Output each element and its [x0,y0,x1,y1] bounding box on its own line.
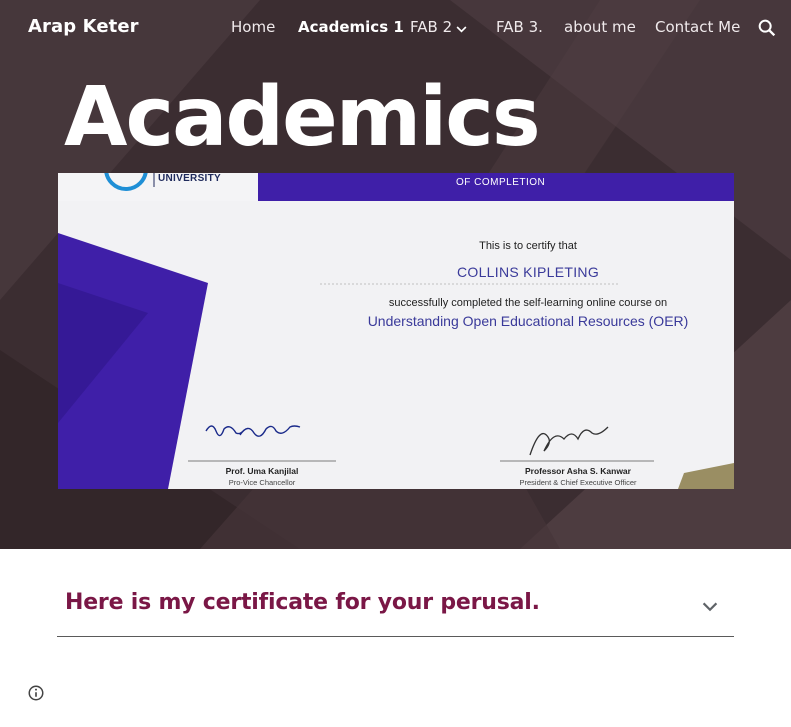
certificate-university: UNIVERSITY [158,173,222,184]
signatory-left-role: Pro-Vice Chancellor [228,478,296,487]
nav-home[interactable]: Home [231,18,275,36]
nav-academics-1[interactable]: Academics 1 [298,18,404,36]
certificate-course-title: Understanding Open Educational Resources… [367,313,689,329]
collapsible-section[interactable]: Here is my certificate for your perusal. [57,584,734,637]
search-icon[interactable] [756,17,778,39]
nav-contact-me[interactable]: Contact Me [655,18,740,36]
certificate-signatory-left: Prof. Uma Kanjilal Pro-Vice Chancellor [162,466,362,487]
certificate-signatory-right: Professor Asha S. Kanwar President & Chi… [478,466,678,487]
certificate-completed-line: successfully completed the self-learning… [388,297,668,309]
signatory-left-name: Prof. Uma Kanjilal [225,466,299,476]
nav-about-me[interactable]: about me [564,18,636,36]
section-heading[interactable]: Here is my certificate for your perusal. [65,590,540,615]
signatory-right-role: President & Chief Executive Officer [519,478,637,487]
page-title: Academics [64,70,541,165]
nav-fab-2[interactable]: FAB 2 [410,18,452,36]
site-header: Arap Keter Home Academics 1 FAB 2 FAB 3.… [0,0,791,56]
certificate-artwork [58,173,734,489]
nav-fab-3[interactable]: FAB 3. [496,18,543,36]
certificate-of-completion: OF COMPLETION [456,177,546,188]
signatory-right-name: Professor Asha S. Kanwar [525,466,631,476]
hero-banner: Arap Keter Home Academics 1 FAB 2 FAB 3.… [0,0,791,549]
certificate-certify-line: This is to certify that [479,240,577,252]
chevron-down-icon[interactable] [699,596,721,618]
site-title[interactable]: Arap Keter [28,16,139,37]
chevron-down-icon[interactable] [454,22,469,37]
certificate-recipient-name: COLLINS KIPLETING [456,264,600,280]
certificate-image: UNIVERSITY OF COMPLETION This is to cert… [58,173,734,489]
info-icon[interactable] [27,684,45,702]
